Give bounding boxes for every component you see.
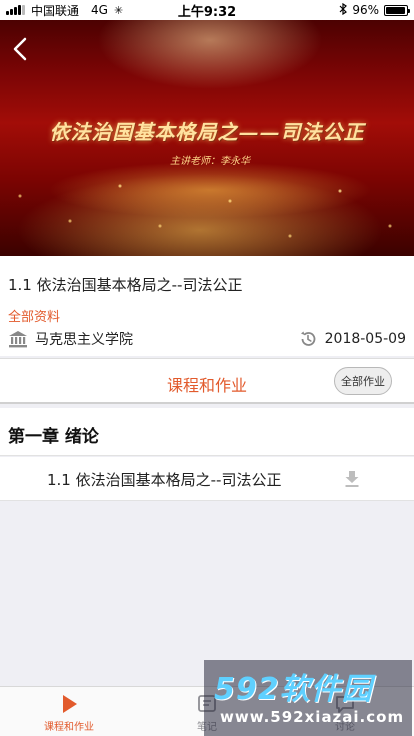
chapter-header[interactable]: 第一章 绪论 xyxy=(0,408,414,456)
chapter-title: 第一章 绪论 xyxy=(8,427,99,447)
institution-icon xyxy=(9,331,27,348)
battery-icon xyxy=(384,4,410,16)
chevron-left-icon xyxy=(13,37,27,61)
all-homework-button[interactable]: 全部作业 xyxy=(334,367,392,395)
publish-date: 2018-05-09 xyxy=(299,330,406,348)
all-materials-link[interactable]: 全部资料 xyxy=(8,306,60,325)
back-button[interactable] xyxy=(6,34,36,64)
watermark: 592软件园 www.592xiazai.com xyxy=(204,660,412,736)
section-tab-header: 课程和作业 全部作业 xyxy=(0,358,414,404)
video-teacher: 主讲老师：李永华 xyxy=(170,156,250,167)
battery-percent: 96% xyxy=(352,3,379,17)
signal-icon xyxy=(6,5,25,15)
lesson-title: 1.1 依法治国基本格局之--司法公正 xyxy=(47,471,282,489)
lesson-item[interactable]: 1.1 依法治国基本格局之--司法公正 xyxy=(0,457,414,501)
tab-course-and-homework[interactable]: 课程和作业 xyxy=(0,687,138,736)
video-banner[interactable]: 依法治国基本格局之——司法公正 主讲老师：李永华 xyxy=(0,0,414,256)
watermark-brand: 592软件园 xyxy=(214,672,373,707)
clock: 上午9:32 xyxy=(177,4,237,20)
tab-label: 课程和作业 xyxy=(44,722,94,733)
video-title: 依法治国基本格局之——司法公正 xyxy=(49,120,365,144)
course-info: 1.1 依法治国基本格局之--司法公正 全部资料 马克思主义学院 2018-05… xyxy=(0,256,414,356)
bluetooth-icon xyxy=(339,2,348,18)
school: 马克思主义学院 xyxy=(8,329,133,349)
course-meta: 马克思主义学院 2018-05-09 xyxy=(8,328,406,350)
course-title: 1.1 依法治国基本格局之--司法公正 xyxy=(8,276,243,294)
school-name: 马克思主义学院 xyxy=(35,332,133,348)
history-icon xyxy=(300,331,315,346)
play-icon xyxy=(63,695,77,713)
carrier: 中国联通 xyxy=(31,3,80,18)
download-icon[interactable] xyxy=(344,470,360,488)
loading-icon: ✳ xyxy=(113,3,124,17)
status-bar: 中国联通 4G ✳ 上午9:32 96% xyxy=(0,0,414,20)
network-type: 4G xyxy=(91,3,108,17)
watermark-url: www.592xiazai.com xyxy=(220,708,405,726)
date-text: 2018-05-09 xyxy=(324,331,406,347)
